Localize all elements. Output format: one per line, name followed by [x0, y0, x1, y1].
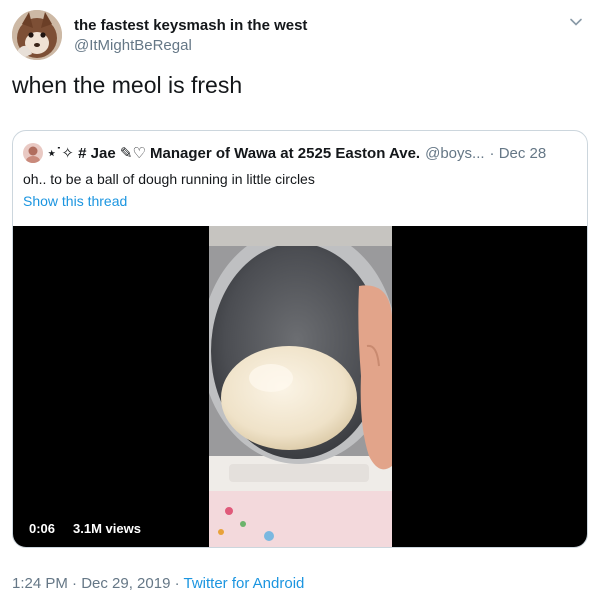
video-views-badge: 3.1M views	[67, 518, 147, 540]
show-thread-link[interactable]: Show this thread	[23, 193, 127, 209]
author-handle[interactable]: @ItMightBeRegal	[74, 37, 192, 54]
fox-avatar-icon	[12, 10, 62, 60]
chevron-down-icon[interactable]	[568, 14, 584, 30]
video-duration-badge: 0:06	[23, 518, 62, 540]
avatar-icon	[23, 143, 43, 163]
author-display-name[interactable]: the fastest keysmash in the west	[74, 17, 307, 34]
quoted-date[interactable]: · Dec 28	[490, 145, 547, 162]
video-player[interactable]: 0:06 3.1M views	[13, 226, 587, 547]
author-avatar[interactable]	[12, 10, 62, 60]
quoted-text: oh.. to be a ball of dough running in li…	[23, 171, 315, 187]
tweet-header: the fastest keysmash in the west @ItMigh…	[12, 10, 588, 62]
quoted-handle[interactable]: @boys...	[425, 145, 484, 162]
tweet-footer: 1:24 PM · Dec 29, 2019 · Twitter for And…	[12, 575, 304, 592]
dough-video-image	[209, 226, 392, 547]
quoted-tweet[interactable]: ⋆˙✧ # Jae ✎♡ Manager of Wawa at 2525 Eas…	[12, 130, 588, 548]
video-frame	[209, 226, 392, 547]
tweet-source-link[interactable]: Twitter for Android	[183, 575, 304, 592]
quoted-display-name[interactable]: ⋆˙✧ # Jae ✎♡ Manager of Wawa at 2525 Eas…	[47, 144, 420, 162]
tweet-text: when the meol is fresh	[12, 72, 243, 98]
quoted-author-avatar[interactable]	[23, 143, 43, 163]
quoted-tweet-header: ⋆˙✧ # Jae ✎♡ Manager of Wawa at 2525 Eas…	[23, 143, 579, 163]
tweet-timestamp[interactable]: 1:24 PM · Dec 29, 2019 ·	[12, 575, 183, 592]
